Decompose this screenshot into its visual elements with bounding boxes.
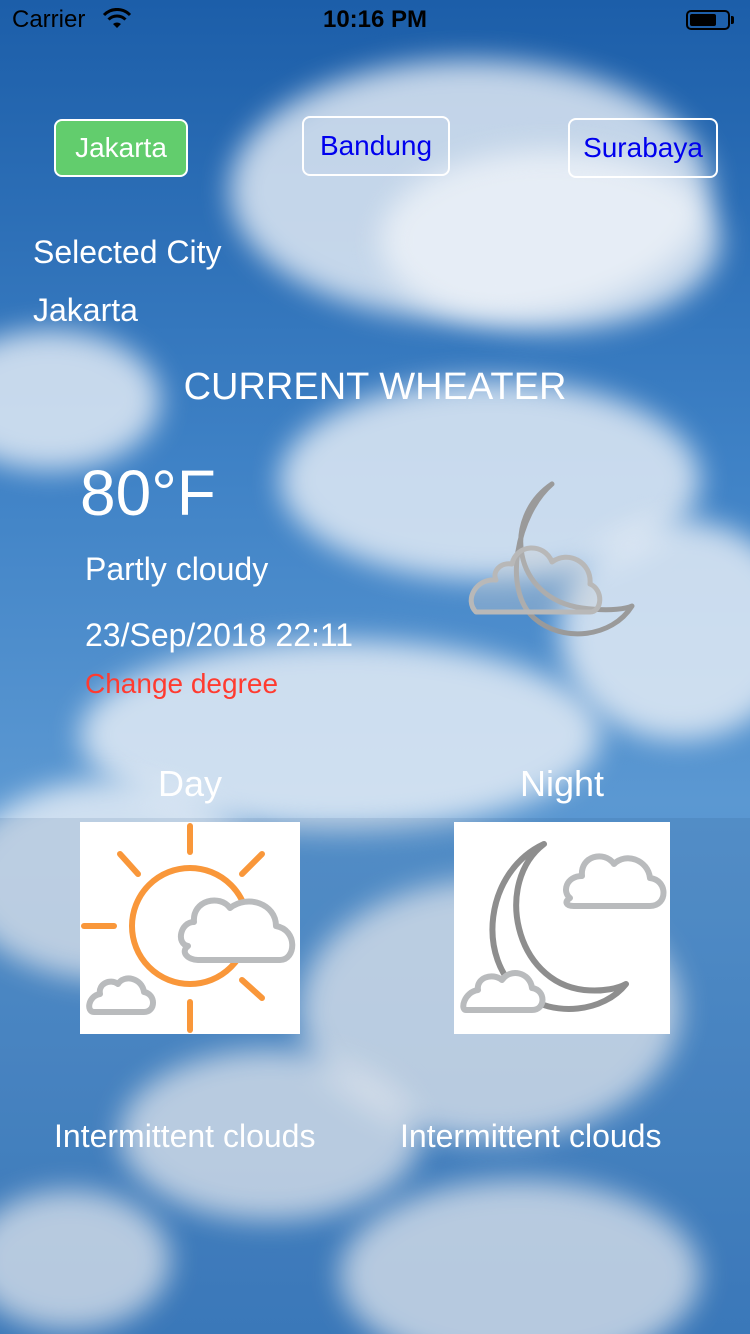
status-bar: Carrier 10:16 PM — [0, 0, 750, 40]
moon-clouds-icon — [460, 841, 667, 1013]
night-icon-tile — [454, 822, 670, 1034]
city-button-jakarta[interactable]: Jakarta — [54, 119, 188, 177]
night-label: Night — [519, 763, 605, 804]
day-condition-text: Intermittent clouds — [54, 1118, 316, 1154]
day-label: Day — [157, 763, 223, 804]
day-icon-tile — [80, 822, 300, 1034]
night-condition-text: Intermittent clouds — [400, 1118, 662, 1154]
moon-cloud-icon — [468, 481, 635, 637]
datetime-text: 23/Sep/2018 22:11 — [85, 617, 354, 653]
sun-cloud-icon — [81, 823, 296, 1033]
condition-text: Partly cloudy — [85, 551, 269, 587]
battery-icon — [686, 10, 730, 30]
selected-city-value: Jakarta — [33, 292, 138, 328]
change-degree-link[interactable]: Change degree — [85, 668, 278, 700]
city-button-surabaya[interactable]: Surabaya — [568, 118, 718, 178]
current-weather-heading: CURRENT WHEATER — [183, 366, 567, 408]
temperature-value: 80°F — [80, 457, 216, 529]
selected-city-label: Selected City — [33, 234, 222, 270]
city-button-bandung[interactable]: Bandung — [302, 116, 450, 176]
clock: 10:16 PM — [322, 6, 428, 33]
